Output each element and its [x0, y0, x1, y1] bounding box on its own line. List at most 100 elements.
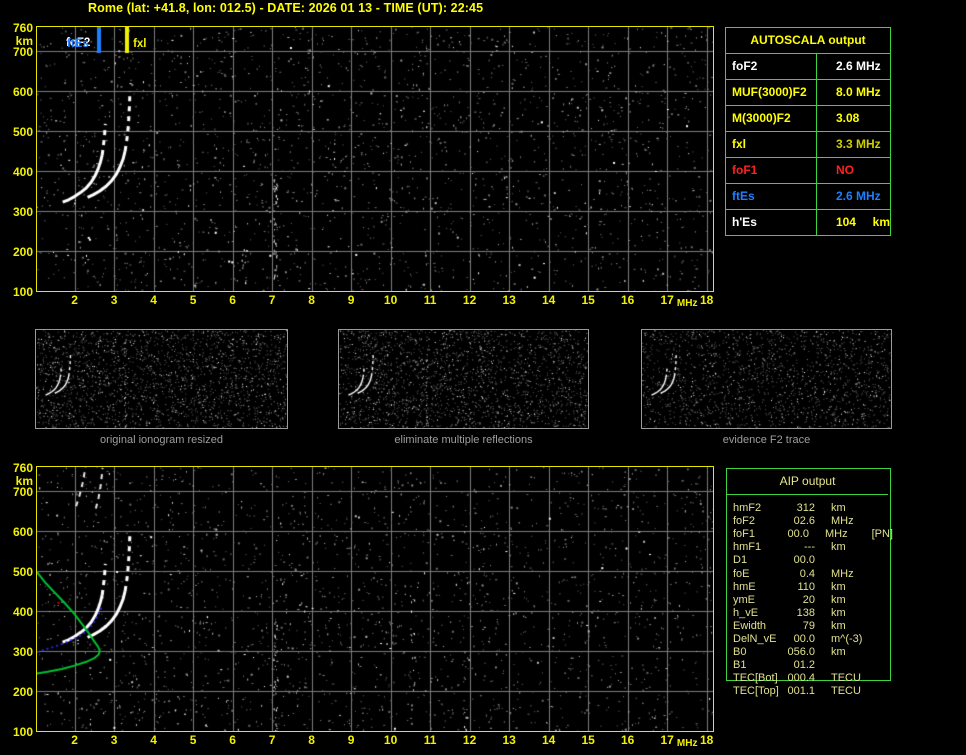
row-value: 3.3 MHz — [836, 137, 881, 151]
aip-value: 312 — [796, 502, 815, 514]
x-axis-tick: 9 — [347, 733, 355, 747]
aip-value: 00.0 — [793, 554, 815, 567]
x-axis-tick: 10 — [383, 293, 398, 307]
y-axis-tick: 300 — [12, 645, 33, 659]
aip-row-hmE: hmE 110 km — [733, 581, 893, 594]
row-value: 104 km — [835, 215, 890, 229]
aip-value: 000.4 — [787, 672, 815, 685]
x-axis-tick: 2 — [71, 293, 78, 307]
aip-label: TEC[Top] — [733, 685, 779, 698]
aip-label: hmF2 — [733, 502, 762, 514]
aip-label: DelN_vE — [733, 633, 777, 645]
aip-unit: m^(-3) — [831, 633, 863, 645]
aip-value: 138 — [796, 606, 815, 619]
aip-row-B1: B1 01.2 — [733, 659, 893, 672]
x-axis-tick: 13 — [502, 733, 516, 747]
y-axis-tick: 500 — [12, 125, 33, 139]
x-axis-tick: 12 — [462, 293, 477, 307]
autoscala-row-h'Es: h'Es 104 km — [726, 210, 890, 235]
y-axis-tick: 760 — [12, 21, 33, 35]
x-axis-tick: 4 — [150, 293, 157, 307]
aip-label: hmF1 — [733, 541, 762, 554]
stage: Rome (lat: +41.8, lon: 012.5) - DATE: 20… — [0, 0, 966, 755]
x-axis-tick: 12 — [462, 733, 477, 747]
aip-unit: MHz — [824, 528, 848, 541]
row-value: 8.0 MHz — [836, 85, 881, 99]
aip-label: B1 — [733, 659, 747, 672]
axis-unit-mhz: MHz — [676, 738, 698, 749]
row-value: 2.6 MHz — [836, 189, 881, 203]
aip-label: foE — [733, 567, 750, 580]
x-axis-tick: 16 — [620, 293, 635, 307]
y-axis-tick: 600 — [12, 525, 33, 539]
aip-row-foF1: foF1 00.0 MHz [PN] — [733, 528, 893, 541]
aip-unit: km — [831, 593, 846, 606]
ionogram-bottom — [36, 466, 714, 732]
aip-row-Ewidth: Ewidth 79 km — [733, 620, 893, 633]
aip-unit: MHz — [831, 515, 854, 528]
autoscala-window: { "title": "Rome (lat: +41.8, lon: 012.5… — [0, 0, 966, 755]
aip-unit: km — [831, 580, 846, 593]
aip-value: 01.2 — [793, 659, 815, 672]
aip-note: [PN] — [871, 528, 893, 541]
aip-value: 20 — [802, 593, 815, 606]
row-label: M(3000)F2 — [726, 106, 817, 131]
row-value: 3.08 — [836, 111, 860, 125]
thumbnail-0 — [35, 329, 288, 429]
row-label: h'Es — [726, 210, 817, 235]
aip-unit: km — [831, 619, 846, 632]
x-axis-tick: 2 — [71, 733, 78, 747]
x-axis-tick: 8 — [308, 733, 315, 747]
aip-row-hmF2: hmF2 312 km — [733, 502, 893, 515]
ionogram-canvas-top — [37, 27, 713, 291]
y-axis-tick: 300 — [12, 205, 33, 219]
y-axis-tick: 100 — [12, 285, 33, 299]
y-axis-tick: 760 — [12, 461, 33, 475]
autoscala-row-ftEs: ftEs 2.6 MHz — [726, 184, 890, 210]
aip-unit: TECU — [831, 672, 861, 685]
y-axis-tick: 200 — [12, 245, 33, 259]
aip-unit: km — [831, 502, 846, 514]
x-axis-tick: 16 — [620, 733, 635, 747]
aip-label: ymE — [733, 593, 755, 606]
ionogram-top — [36, 26, 714, 292]
row-value: 2.6 MHz — [836, 59, 881, 73]
thumbnail-2 — [641, 329, 892, 429]
aip-value: 0.4 — [799, 567, 815, 580]
x-axis-tick: 11 — [423, 293, 437, 307]
aip-value: 110 — [797, 580, 815, 593]
aip-unit: TECU — [831, 685, 861, 698]
aip-unit — [815, 554, 877, 567]
marker-label-ftEs: ftEs — [67, 38, 89, 50]
autoscala-row-M(3000)F2: M(3000)F2 3.08 — [726, 106, 890, 132]
y-axis-tick: 400 — [12, 165, 33, 179]
x-axis-tick: 3 — [110, 293, 118, 307]
aip-row-foE: foE 0.4 MHz — [733, 568, 893, 581]
axis-unit-km: km — [15, 474, 33, 489]
page-title: Rome (lat: +41.8, lon: 012.5) - DATE: 20… — [88, 1, 484, 15]
aip-row-hmF1: hmF1 --- km — [733, 541, 893, 554]
autoscala-row-foF2: foF2 2.6 MHz — [726, 54, 890, 80]
y-axis-tick: 600 — [12, 85, 33, 99]
aip-row-DelN_vE: DelN_vE 00.0 m^(-3) — [733, 633, 893, 646]
autoscala-row-fxl: fxl 3.3 MHz — [726, 132, 890, 158]
thumbnail-caption-1: eliminate multiple reflections — [394, 434, 533, 446]
x-axis-tick: 14 — [541, 293, 556, 307]
aip-row-D1: D1 00.0 — [733, 554, 893, 567]
autoscala-header: AUTOSCALA output — [726, 28, 890, 54]
aip-unit — [815, 659, 877, 672]
axis-unit-mhz: MHz — [676, 298, 698, 309]
y-axis-tick: 500 — [12, 565, 33, 579]
autoscala-row-MUF(3000)F2: MUF(3000)F2 8.0 MHz — [726, 80, 890, 106]
row-label: fxl — [726, 132, 817, 157]
aip-header: AIP output — [727, 469, 888, 495]
aip-label: foF2 — [733, 515, 756, 528]
aip-label: h_vE — [733, 606, 759, 619]
aip-label: hmE — [733, 580, 756, 593]
autoscala-row-foF1: foF1 NO — [726, 158, 890, 184]
y-axis-tick: 200 — [12, 685, 33, 699]
aip-row-TEC[Top]: TEC[Top] 001.1 TECU — [733, 685, 893, 698]
row-value: NO — [836, 163, 854, 177]
thumbnail-caption-2: evidence F2 trace — [722, 434, 811, 446]
row-label: foF2 — [726, 54, 817, 79]
